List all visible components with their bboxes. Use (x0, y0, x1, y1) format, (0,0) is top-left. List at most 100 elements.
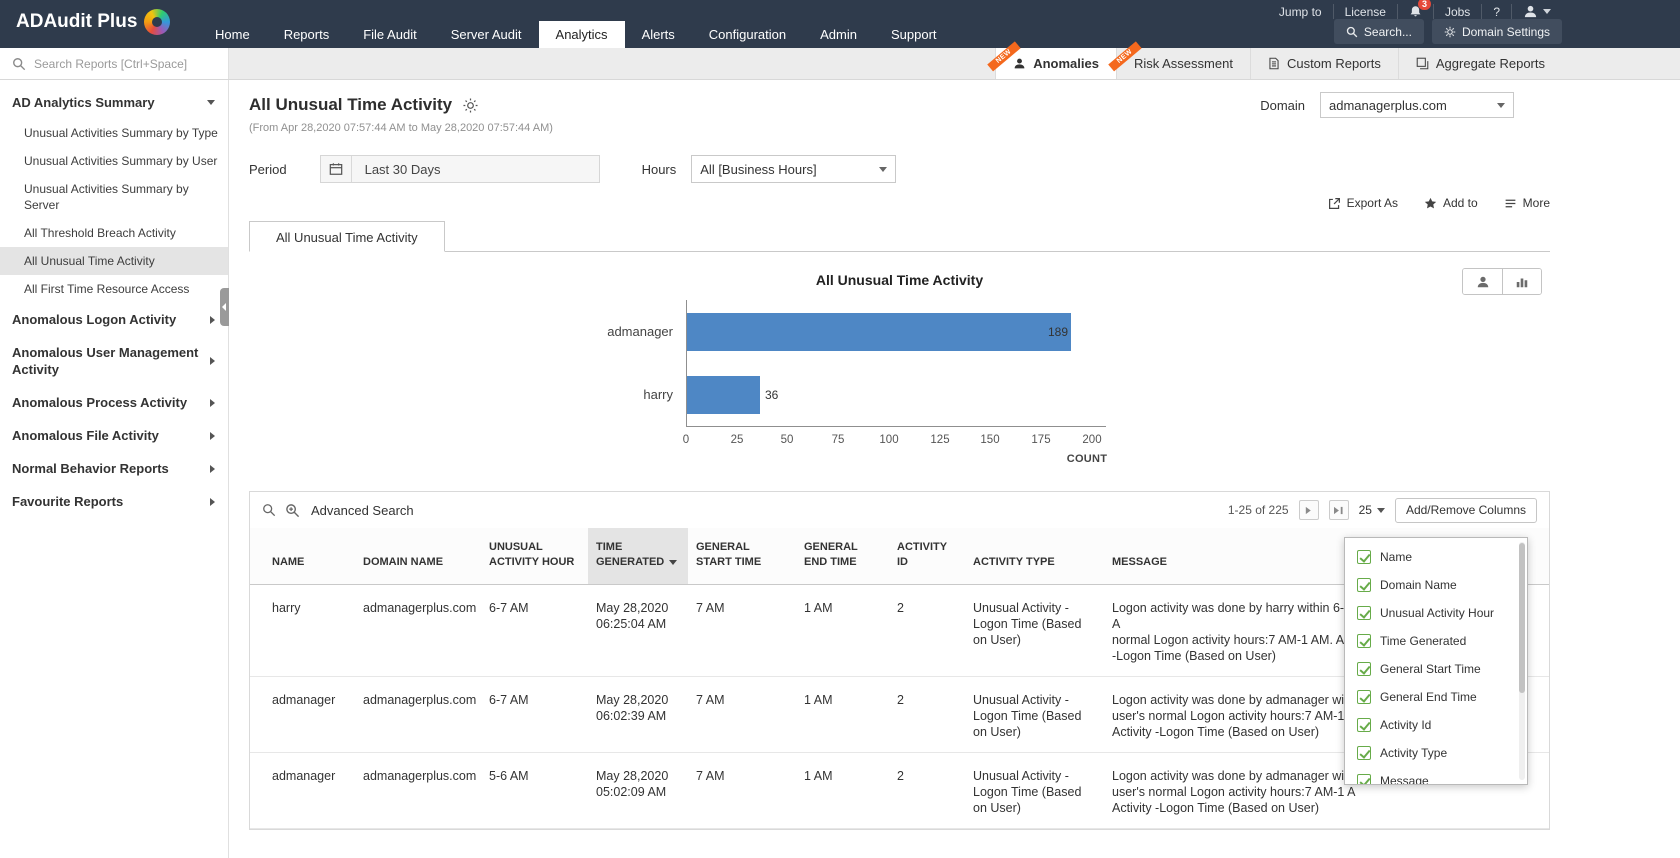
checkbox-checked-icon[interactable] (1357, 690, 1371, 704)
nav-configuration[interactable]: Configuration (692, 21, 803, 48)
col-header-general-start-time[interactable]: GENERAL START TIME (688, 528, 796, 585)
column-toggle-domain-name[interactable]: Domain Name (1345, 571, 1527, 599)
sidebar-group-favourite-reports[interactable]: Favourite Reports (0, 485, 228, 518)
checkbox-checked-icon[interactable] (1357, 718, 1371, 732)
advanced-search-icon[interactable] (285, 503, 300, 518)
notifications-button[interactable]: 3 (1398, 4, 1434, 19)
column-toggle-name[interactable]: Name (1345, 543, 1527, 571)
chart-view-button[interactable] (1502, 269, 1541, 294)
sidebar-item-unusual-activities-by-server[interactable]: Unusual Activities Summary by Server (0, 175, 228, 219)
page-size-select[interactable]: 25 (1359, 503, 1385, 517)
more-button[interactable]: More (1504, 196, 1550, 210)
cell-general-start-time: 7 AM (688, 677, 796, 753)
user-menu[interactable] (1512, 4, 1562, 19)
column-toggle-activity-id[interactable]: Activity Id (1345, 711, 1527, 739)
cell-time-generated: May 28,2020 06:25:04 AM (588, 585, 688, 677)
user-view-button[interactable] (1463, 269, 1502, 294)
sidebar-group-anomalous-file-activity[interactable]: Anomalous File Activity (0, 419, 228, 452)
panel-scrollbar (1519, 542, 1525, 780)
main-nav: Home Reports File Audit Server Audit Ana… (198, 21, 954, 48)
sidebar-group-anomalous-logon-activity[interactable]: Anomalous Logon Activity (0, 303, 228, 336)
schedule-sun-icon[interactable] (463, 98, 478, 113)
add-remove-columns-button[interactable]: Add/Remove Columns (1395, 498, 1537, 523)
sidebar-item-unusual-activities-by-user[interactable]: Unusual Activities Summary by User (0, 147, 228, 175)
checkbox-checked-icon[interactable] (1357, 550, 1371, 564)
col-header-unusual-activity-hour[interactable]: UNUSUAL ACTIVITY HOUR (481, 528, 588, 585)
nav-reports[interactable]: Reports (267, 21, 347, 48)
module-tabs: NEW Anomalies NEW Risk Assessment Custom… (995, 48, 1562, 79)
cell-unusual-activity-hour: 5-6 AM (481, 753, 588, 829)
sidebar-collapse-handle[interactable] (220, 288, 229, 326)
column-toggle-general-start-time[interactable]: General Start Time (1345, 655, 1527, 683)
domain-settings-button[interactable]: Domain Settings (1432, 19, 1562, 44)
nav-support[interactable]: Support (874, 21, 954, 48)
col-header-activity-id[interactable]: ACTIVITY ID (889, 528, 965, 585)
nav-admin[interactable]: Admin (803, 21, 874, 48)
period-label: Period (249, 162, 287, 177)
sidebar-item-all-unusual-time-activity[interactable]: All Unusual Time Activity (0, 247, 228, 275)
chevron-down-icon (207, 100, 215, 105)
export-as-button[interactable]: Export As (1328, 196, 1398, 210)
jobs-link[interactable]: Jobs (1434, 4, 1482, 19)
tab-all-unusual-time-activity[interactable]: All Unusual Time Activity (249, 221, 445, 252)
domain-select[interactable]: admanagerplus.com (1320, 92, 1514, 118)
page-title: All Unusual Time Activity (249, 95, 478, 115)
nav-file-audit[interactable]: File Audit (346, 21, 433, 48)
sidebar-item-all-threshold-breach-activity[interactable]: All Threshold Breach Activity (0, 219, 228, 247)
license-link[interactable]: License (1334, 4, 1398, 19)
col-header-time-generated[interactable]: TIME GENERATED (588, 528, 688, 585)
hours-label: Hours (642, 162, 677, 177)
next-page-button[interactable] (1299, 500, 1319, 520)
checkbox-checked-icon[interactable] (1357, 578, 1371, 592)
help-button[interactable]: ? (1482, 4, 1512, 19)
sidebar-item-unusual-activities-by-type[interactable]: Unusual Activities Summary by Type (0, 119, 228, 147)
col-header-activity-type[interactable]: ACTIVITY TYPE (965, 528, 1104, 585)
panel-scrollbar-thumb[interactable] (1519, 543, 1525, 693)
user-icon (1523, 4, 1538, 19)
sidebar-item-all-first-time-resource-access[interactable]: All First Time Resource Access (0, 275, 228, 303)
sidebar-group-anomalous-user-management-activity[interactable]: Anomalous User Management Activity (0, 336, 228, 386)
sidebar-group-anomalous-process-activity[interactable]: Anomalous Process Activity (0, 386, 228, 419)
chevron-right-icon (210, 432, 215, 440)
column-toggle-time-generated[interactable]: Time Generated (1345, 627, 1527, 655)
sidebar-group-normal-behavior-reports[interactable]: Normal Behavior Reports (0, 452, 228, 485)
column-toggle-message[interactable]: Message (1345, 767, 1527, 785)
chevron-down-icon (1497, 103, 1505, 108)
cell-general-end-time: 1 AM (796, 753, 889, 829)
report-search-box[interactable] (0, 48, 229, 79)
nav-alerts[interactable]: Alerts (625, 21, 692, 48)
chevron-right-icon (210, 357, 215, 365)
column-toggle-activity-type[interactable]: Activity Type (1345, 739, 1527, 767)
global-search-button[interactable]: Search... (1334, 19, 1424, 44)
bar-harry (687, 376, 760, 414)
checkbox-checked-icon[interactable] (1357, 746, 1371, 760)
checkbox-checked-icon[interactable] (1357, 634, 1371, 648)
nav-home[interactable]: Home (198, 21, 267, 48)
checkbox-checked-icon[interactable] (1357, 662, 1371, 676)
search-icon[interactable] (262, 503, 276, 517)
cell-name: admanager (250, 677, 355, 753)
col-header-name[interactable]: NAME (250, 528, 355, 585)
hours-select[interactable]: All [Business Hours] (691, 155, 896, 183)
column-toggle-unusual-activity-hour[interactable]: Unusual Activity Hour (1345, 599, 1527, 627)
checkbox-checked-icon[interactable] (1357, 774, 1371, 785)
add-to-button[interactable]: Add to (1424, 196, 1478, 210)
tab-custom-reports[interactable]: Custom Reports (1250, 48, 1398, 79)
report-search-input[interactable] (34, 57, 216, 71)
period-input[interactable] (352, 156, 599, 182)
advanced-search-label[interactable]: Advanced Search (311, 503, 414, 518)
column-toggle-general-end-time[interactable]: General End Time (1345, 683, 1527, 711)
jump-to-link[interactable]: Jump to (1268, 4, 1334, 19)
sidebar-group-ad-analytics-summary[interactable]: AD Analytics Summary (0, 86, 228, 119)
calendar-icon (321, 156, 352, 182)
tab-aggregate-reports[interactable]: Aggregate Reports (1398, 48, 1562, 79)
col-header-general-end-time[interactable]: GENERAL END TIME (796, 528, 889, 585)
nav-server-audit[interactable]: Server Audit (434, 21, 539, 48)
tab-anomalies[interactable]: NEW Anomalies (995, 48, 1116, 79)
col-header-domain-name[interactable]: DOMAIN NAME (355, 528, 481, 585)
period-picker[interactable] (320, 155, 600, 183)
last-page-button[interactable] (1329, 500, 1349, 520)
tab-risk-assessment[interactable]: NEW Risk Assessment (1116, 48, 1250, 79)
nav-analytics[interactable]: Analytics (539, 21, 625, 48)
checkbox-checked-icon[interactable] (1357, 606, 1371, 620)
